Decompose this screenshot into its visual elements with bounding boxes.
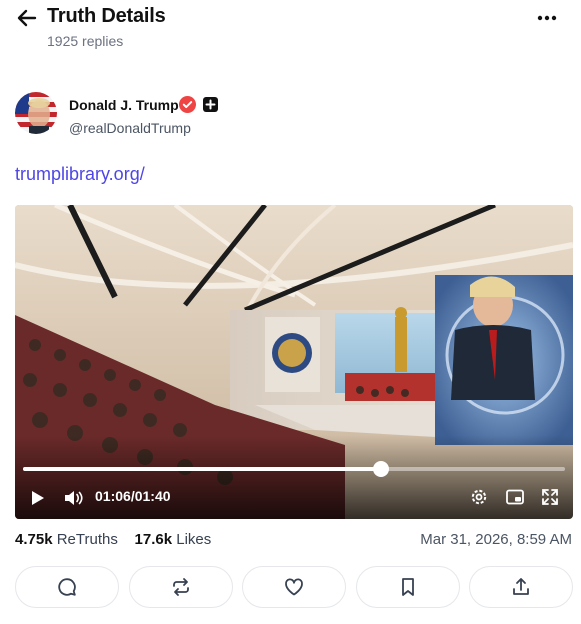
video-frame [15, 205, 573, 519]
retruths-count: 4.75k [15, 531, 53, 548]
volume-icon [65, 491, 83, 505]
author-name[interactable]: Donald J. Trump [69, 97, 179, 113]
share-icon [513, 578, 529, 595]
reply-icon [58, 578, 76, 596]
likes-label: Likes [176, 531, 212, 548]
picture-in-picture-icon [506, 489, 524, 505]
page-title: Truth Details [47, 5, 166, 27]
volume-button[interactable] [61, 487, 85, 509]
retruths-stat[interactable]: 4.75k ReTruths [15, 531, 118, 548]
retruth-button[interactable] [128, 566, 233, 608]
current-time: 01:06 [95, 488, 131, 504]
fullscreen-icon [542, 489, 558, 505]
replies-count: 1925 replies [47, 33, 124, 49]
video-progress-thumb[interactable] [372, 461, 389, 477]
back-button[interactable] [14, 6, 40, 30]
post-timestamp: Mar 31, 2026, 8:59 AM [420, 531, 572, 548]
picture-in-picture-button[interactable] [504, 486, 526, 508]
play-button[interactable] [27, 487, 49, 509]
more-options-button[interactable] [533, 8, 561, 28]
like-button[interactable] [242, 566, 346, 608]
video-progress-fill [23, 467, 381, 471]
reply-button[interactable] [15, 566, 119, 608]
like-icon [285, 578, 303, 596]
duration: 01:40 [134, 488, 171, 504]
post-author: Donald J. Trump @realDonaldTrump [15, 92, 415, 138]
likes-stat[interactable]: 17.6k Likes [135, 531, 212, 548]
fullscreen-button[interactable] [539, 486, 561, 508]
retruths-label: ReTruths [56, 531, 118, 548]
play-icon [32, 491, 44, 505]
settings-button[interactable] [468, 486, 490, 508]
post-stats: 4.75k ReTruths 17.6k Likes [15, 531, 211, 548]
bookmark-icon [401, 578, 414, 596]
page-header: Truth Details 1925 replies [0, 0, 581, 60]
author-handle[interactable]: @realDonaldTrump [69, 120, 191, 136]
retruth-icon [172, 578, 189, 596]
video-time: 01:06/01:40 [95, 488, 171, 504]
share-button[interactable] [469, 566, 573, 608]
bookmark-button[interactable] [355, 566, 460, 608]
post-actions [15, 566, 573, 608]
post-link[interactable]: trumplibrary.org/ [15, 164, 145, 185]
avatar[interactable] [15, 92, 57, 134]
video-player[interactable]: 01:06/01:40 [15, 205, 573, 519]
gear-icon [471, 489, 487, 505]
plus-badge-icon [203, 97, 218, 112]
video-progress-bar[interactable] [23, 461, 565, 477]
more-horizontal-icon [537, 15, 557, 21]
verified-badge-icon [179, 96, 196, 113]
likes-count: 17.6k [134, 531, 173, 548]
arrow-left-icon [17, 9, 37, 27]
